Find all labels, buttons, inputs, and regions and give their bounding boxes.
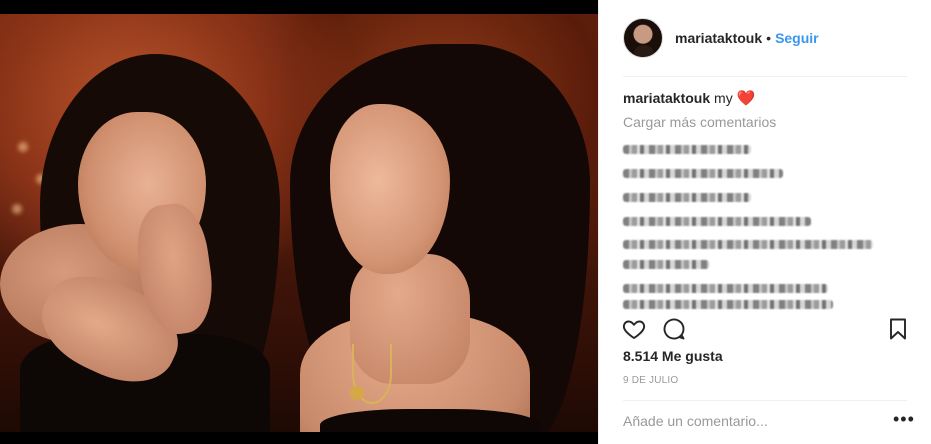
instagram-post: mariataktouk • Seguir mariataktouk my ❤️…: [0, 0, 931, 444]
comment-divider: [623, 400, 907, 401]
author-username[interactable]: mariataktouk: [675, 30, 762, 46]
author-avatar[interactable]: [623, 18, 663, 58]
like-button[interactable]: [621, 316, 647, 342]
bokeh-light: [12, 204, 22, 214]
avatar-figure: [634, 45, 654, 57]
speech-bubble-icon: [663, 318, 685, 340]
post-side-panel: mariataktouk • Seguir mariataktouk my ❤️…: [598, 0, 931, 444]
comment-button[interactable]: [661, 316, 687, 342]
save-button[interactable]: [885, 316, 911, 342]
post-caption: mariataktouk my ❤️: [623, 88, 755, 109]
redacted-comment: [623, 169, 783, 178]
add-comment-input[interactable]: [623, 413, 873, 429]
header-divider: [623, 76, 907, 77]
bokeh-light: [18, 142, 28, 152]
photo-figure: [320, 409, 540, 432]
likes-count[interactable]: 8.514 Me gusta: [623, 348, 723, 364]
bookmark-icon: [890, 318, 906, 340]
more-options-button[interactable]: •••: [893, 410, 915, 428]
redacted-comment: [623, 240, 873, 249]
caption-username[interactable]: mariataktouk: [623, 90, 710, 106]
header-separator: •: [766, 30, 772, 46]
load-more-comments-link[interactable]: Cargar más comentarios: [623, 114, 776, 130]
redacted-comment: [623, 145, 751, 154]
post-header: mariataktouk • Seguir: [599, 0, 931, 76]
redacted-comment: [623, 193, 751, 202]
post-media: [0, 0, 598, 444]
photo-figure: [350, 386, 364, 400]
post-actions: [621, 316, 687, 342]
redacted-comment: [623, 217, 811, 226]
redacted-comment: [623, 260, 709, 269]
redacted-comment: [623, 284, 828, 293]
post-date[interactable]: 9 DE JULIO: [623, 375, 678, 386]
heart-emoji-icon: ❤️: [736, 90, 756, 107]
heart-outline-icon: [622, 320, 646, 339]
post-photo[interactable]: [0, 14, 598, 432]
redacted-comment: [623, 300, 833, 309]
caption-text: my: [714, 90, 733, 106]
follow-button[interactable]: Seguir: [775, 30, 819, 46]
